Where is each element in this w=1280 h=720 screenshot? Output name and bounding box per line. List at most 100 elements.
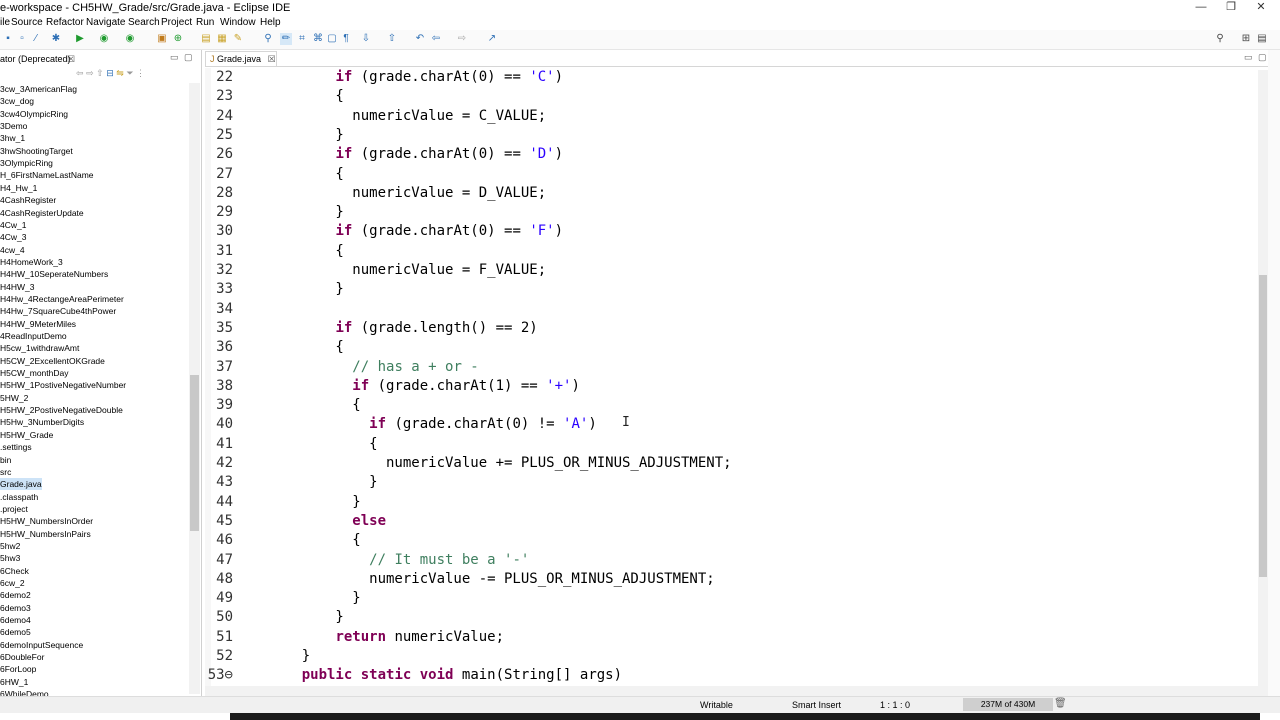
new-package-icon[interactable]: ⊕: [172, 33, 184, 45]
menu-refactor[interactable]: Refactor: [46, 16, 84, 30]
up-nav-icon[interactable]: ⇧: [96, 68, 104, 78]
tree-item[interactable]: 6HW_1: [0, 676, 28, 688]
code-line[interactable]: if (grade.charAt(0) != 'A'): [268, 415, 597, 434]
menu-run[interactable]: Run: [196, 16, 214, 30]
code-line[interactable]: }: [268, 608, 343, 627]
tree-item[interactable]: H5CW_monthDay: [0, 367, 69, 379]
last-edit-icon[interactable]: ↶: [414, 33, 426, 45]
code-line[interactable]: }: [268, 473, 377, 492]
editor-horizontal-scrollbar[interactable]: [205, 686, 1268, 696]
tree-item[interactable]: H5Hw_3NumberDigits: [0, 416, 84, 428]
run-icon[interactable]: ▶: [74, 33, 86, 45]
code-line[interactable]: {: [268, 338, 343, 357]
tree-item[interactable]: 4Cw_1: [0, 219, 26, 231]
tree-item[interactable]: H5HW_1PostiveNegativeNumber: [0, 379, 126, 391]
tree-item[interactable]: src: [0, 466, 11, 478]
tree-scrollbar-thumb[interactable]: [190, 375, 199, 531]
menu-source[interactable]: Source: [11, 16, 43, 30]
tree-item[interactable]: 6cw_2: [0, 577, 25, 589]
code-line[interactable]: numericValue = C_VALUE;: [268, 107, 546, 126]
tree-item[interactable]: 4CashRegister: [0, 194, 56, 206]
menu-window[interactable]: Window: [220, 16, 256, 30]
code-line[interactable]: {: [268, 531, 360, 550]
code-line[interactable]: }: [268, 589, 360, 608]
tree-item[interactable]: 4ReadInputDemo: [0, 330, 67, 342]
tree-item[interactable]: H5HW_Grade: [0, 429, 53, 441]
next-annotation-icon[interactable]: ⇩: [360, 33, 372, 45]
editor-vertical-scrollbar[interactable]: [1258, 70, 1268, 686]
tree-item[interactable]: 5hw3: [0, 552, 20, 564]
tree-item[interactable]: H5CW_2ExcellentOKGrade: [0, 355, 105, 367]
tree-item[interactable]: 3OlympicRing: [0, 157, 53, 169]
navigator-tab[interactable]: ator (Deprecated): [0, 52, 71, 66]
filter-icon[interactable]: ⏷: [126, 68, 133, 78]
minimize-view-icon[interactable]: ▭: [170, 52, 179, 63]
tree-item[interactable]: 3hw_1: [0, 132, 25, 144]
open-perspective-icon[interactable]: ⊞: [1240, 33, 1252, 45]
save-icon[interactable]: ▫: [16, 33, 28, 45]
word-wrap-icon[interactable]: ⌘: [312, 33, 324, 45]
close-window-button[interactable]: ✕: [1246, 0, 1276, 16]
skip-breakpoints-icon[interactable]: ⁄: [30, 33, 42, 45]
tree-item[interactable]: .settings: [0, 441, 32, 453]
menu-help[interactable]: Help: [260, 16, 281, 30]
tree-item[interactable]: H5HW_NumbersInPairs: [0, 528, 91, 540]
java-perspective-icon[interactable]: ▤: [1256, 33, 1268, 45]
code-line[interactable]: }: [268, 647, 310, 666]
tree-item[interactable]: 6Check: [0, 565, 29, 577]
forward-nav-icon[interactable]: ⇨: [86, 68, 94, 78]
menu-project[interactable]: Project: [161, 16, 192, 30]
heap-status[interactable]: 237M of 430M: [963, 698, 1053, 711]
tree-item[interactable]: 3cw4OlympicRing: [0, 108, 68, 120]
code-line[interactable]: if (grade.charAt(0) == 'C'): [268, 68, 563, 87]
code-line[interactable]: {: [268, 435, 377, 454]
editor-tab-grade-java[interactable]: J Grade.java ☒: [205, 51, 277, 67]
open-folder-icon[interactable]: ▦: [216, 33, 228, 45]
tree-item[interactable]: H5HW_2PostiveNegativeDouble: [0, 404, 123, 416]
maximize-view-icon[interactable]: ▢: [184, 52, 193, 63]
tree-item[interactable]: 4Cw_3: [0, 231, 26, 243]
code-line[interactable]: }: [268, 126, 343, 145]
code-line[interactable]: {: [268, 87, 343, 106]
tree-item[interactable]: 5hw2: [0, 540, 20, 552]
tree-item[interactable]: 6demoInputSequence: [0, 639, 83, 651]
code-line[interactable]: numericValue = D_VALUE;: [268, 184, 546, 203]
tree-item[interactable]: 3Demo: [0, 120, 27, 132]
open-type-icon[interactable]: ▤: [200, 33, 212, 45]
menu-file[interactable]: ile: [0, 16, 10, 30]
editor-scrollbar-thumb[interactable]: [1259, 275, 1267, 577]
pilcrow-icon[interactable]: ¶: [340, 33, 352, 45]
tree-scrollbar[interactable]: [189, 83, 200, 694]
code-line[interactable]: }: [268, 280, 343, 299]
code-line[interactable]: public static void main(String[] args): [268, 666, 622, 685]
tree-item[interactable]: H4_Hw_1: [0, 182, 37, 194]
tree-item[interactable]: 4CashRegisterUpdate: [0, 207, 84, 219]
code-line[interactable]: else: [268, 512, 386, 531]
tree-item[interactable]: 5HW_2: [0, 392, 28, 404]
new-java-project-icon[interactable]: ▣: [156, 33, 168, 45]
new-icon[interactable]: ▪: [2, 33, 14, 45]
tree-item[interactable]: H4Hw_7SquareCube4thPower: [0, 305, 116, 317]
code-line[interactable]: // It must be a '-': [268, 551, 529, 570]
tree-item[interactable]: 3cw_dog: [0, 95, 34, 107]
back-nav-icon[interactable]: ⇦: [76, 68, 84, 78]
tree-item[interactable]: .project: [0, 503, 28, 515]
block-selection-icon[interactable]: ⌗: [296, 33, 308, 45]
back-icon[interactable]: ⇦: [430, 33, 442, 45]
view-menu-icon[interactable]: ⋮: [136, 68, 145, 78]
code-line[interactable]: if (grade.charAt(0) == 'F'): [268, 222, 563, 241]
close-icon[interactable]: ☒: [268, 54, 276, 64]
link-editor-icon[interactable]: ⇋: [116, 68, 124, 78]
run-coverage-icon[interactable]: ◉: [98, 33, 110, 45]
pin-editor-icon[interactable]: ↗: [486, 33, 498, 45]
highlight-icon[interactable]: ✏: [280, 33, 292, 45]
prev-annotation-icon[interactable]: ⇧: [386, 33, 398, 45]
close-icon[interactable]: ☒: [67, 52, 75, 66]
code-line[interactable]: }: [268, 203, 343, 222]
tree-item[interactable]: H4HW_3: [0, 281, 34, 293]
tree-item[interactable]: H5HW_NumbersInOrder: [0, 515, 93, 527]
maximize-editor-icon[interactable]: ▢: [1258, 52, 1267, 63]
external-tools-icon[interactable]: ◉: [124, 33, 136, 45]
menu-search[interactable]: Search: [128, 16, 160, 30]
code-line[interactable]: numericValue += PLUS_OR_MINUS_ADJUSTMENT…: [268, 454, 732, 473]
